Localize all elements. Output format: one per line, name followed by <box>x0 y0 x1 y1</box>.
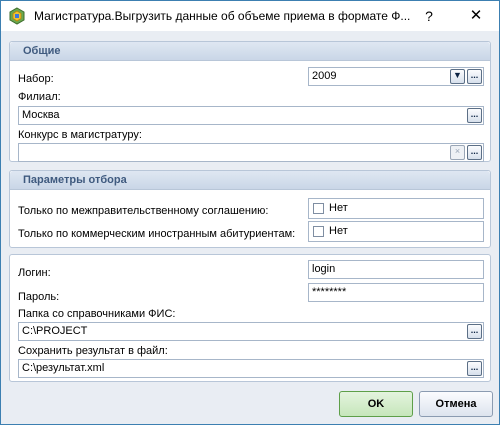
cancel-button[interactable]: Отмена <box>419 391 493 417</box>
branch-ellipsis-button[interactable]: ... <box>467 108 482 123</box>
fis-folder-label: Папка со справочниками ФИС: <box>18 308 176 320</box>
intergov-checkbox[interactable] <box>313 203 324 214</box>
commercial-value: Нет <box>329 225 348 237</box>
contest-field[interactable]: × ... <box>18 143 484 162</box>
commercial-label: Только по коммерческим иностранным абиту… <box>18 228 296 240</box>
login-value: login <box>312 263 336 275</box>
general-group: Общие Набор: 2009 ▼ ... Филиал: Москва .… <box>9 41 491 162</box>
contest-label: Конкурс в магистратуру: <box>18 129 142 141</box>
save-file-ellipsis-button[interactable]: ... <box>467 361 482 376</box>
contest-clear-icon[interactable]: × <box>450 145 465 160</box>
save-file-value: C:\результат.xml <box>22 362 105 374</box>
login-input[interactable]: login <box>308 260 484 279</box>
ok-button[interactable]: OK <box>339 391 413 417</box>
branch-label: Филиал: <box>18 91 61 103</box>
password-input[interactable]: ******** <box>308 283 484 302</box>
set-dropdown-icon[interactable]: ▼ <box>450 69 465 84</box>
set-label: Набор: <box>18 73 54 85</box>
filters-group-header: Параметры отбора <box>10 171 490 190</box>
password-label: Пароль: <box>18 291 60 303</box>
commercial-checkbox-field[interactable]: Нет <box>308 221 484 242</box>
contest-ellipsis-button[interactable]: ... <box>467 145 482 160</box>
intergov-value: Нет <box>329 202 348 214</box>
set-ellipsis-button[interactable]: ... <box>467 69 482 84</box>
dialog-body: Общие Набор: 2009 ▼ ... Филиал: Москва .… <box>1 31 499 424</box>
dialog-window: Магистратура.Выгрузить данные об объеме … <box>0 0 500 425</box>
save-file-field[interactable]: C:\результат.xml ... <box>18 359 484 378</box>
login-label: Логин: <box>18 267 51 279</box>
intergov-checkbox-field[interactable]: Нет <box>308 198 484 219</box>
app-icon <box>9 7 25 25</box>
save-file-label: Сохранить результат в файл: <box>18 345 168 357</box>
branch-field[interactable]: Москва ... <box>18 106 484 125</box>
help-button[interactable]: ? <box>419 6 439 26</box>
fis-folder-value: C:\PROJECT <box>22 325 88 337</box>
fis-folder-ellipsis-button[interactable]: ... <box>467 324 482 339</box>
set-value: 2009 <box>312 70 337 82</box>
commercial-checkbox[interactable] <box>313 226 324 237</box>
branch-value: Москва <box>22 109 60 121</box>
filters-group: Параметры отбора Только по межправительс… <box>9 170 491 248</box>
title-bar: Магистратура.Выгрузить данные об объеме … <box>1 1 499 31</box>
set-select[interactable]: 2009 ▼ ... <box>308 67 484 86</box>
general-group-header: Общие <box>10 42 490 61</box>
credentials-group: Логин: login Пароль: ******** Папка со с… <box>9 254 491 382</box>
close-button[interactable]: ✕ <box>465 6 487 26</box>
fis-folder-field[interactable]: C:\PROJECT ... <box>18 322 484 341</box>
window-title: Магистратура.Выгрузить данные об объеме … <box>34 9 411 23</box>
password-value: ******** <box>312 286 347 298</box>
intergov-label: Только по межправительственному соглашен… <box>18 205 269 217</box>
